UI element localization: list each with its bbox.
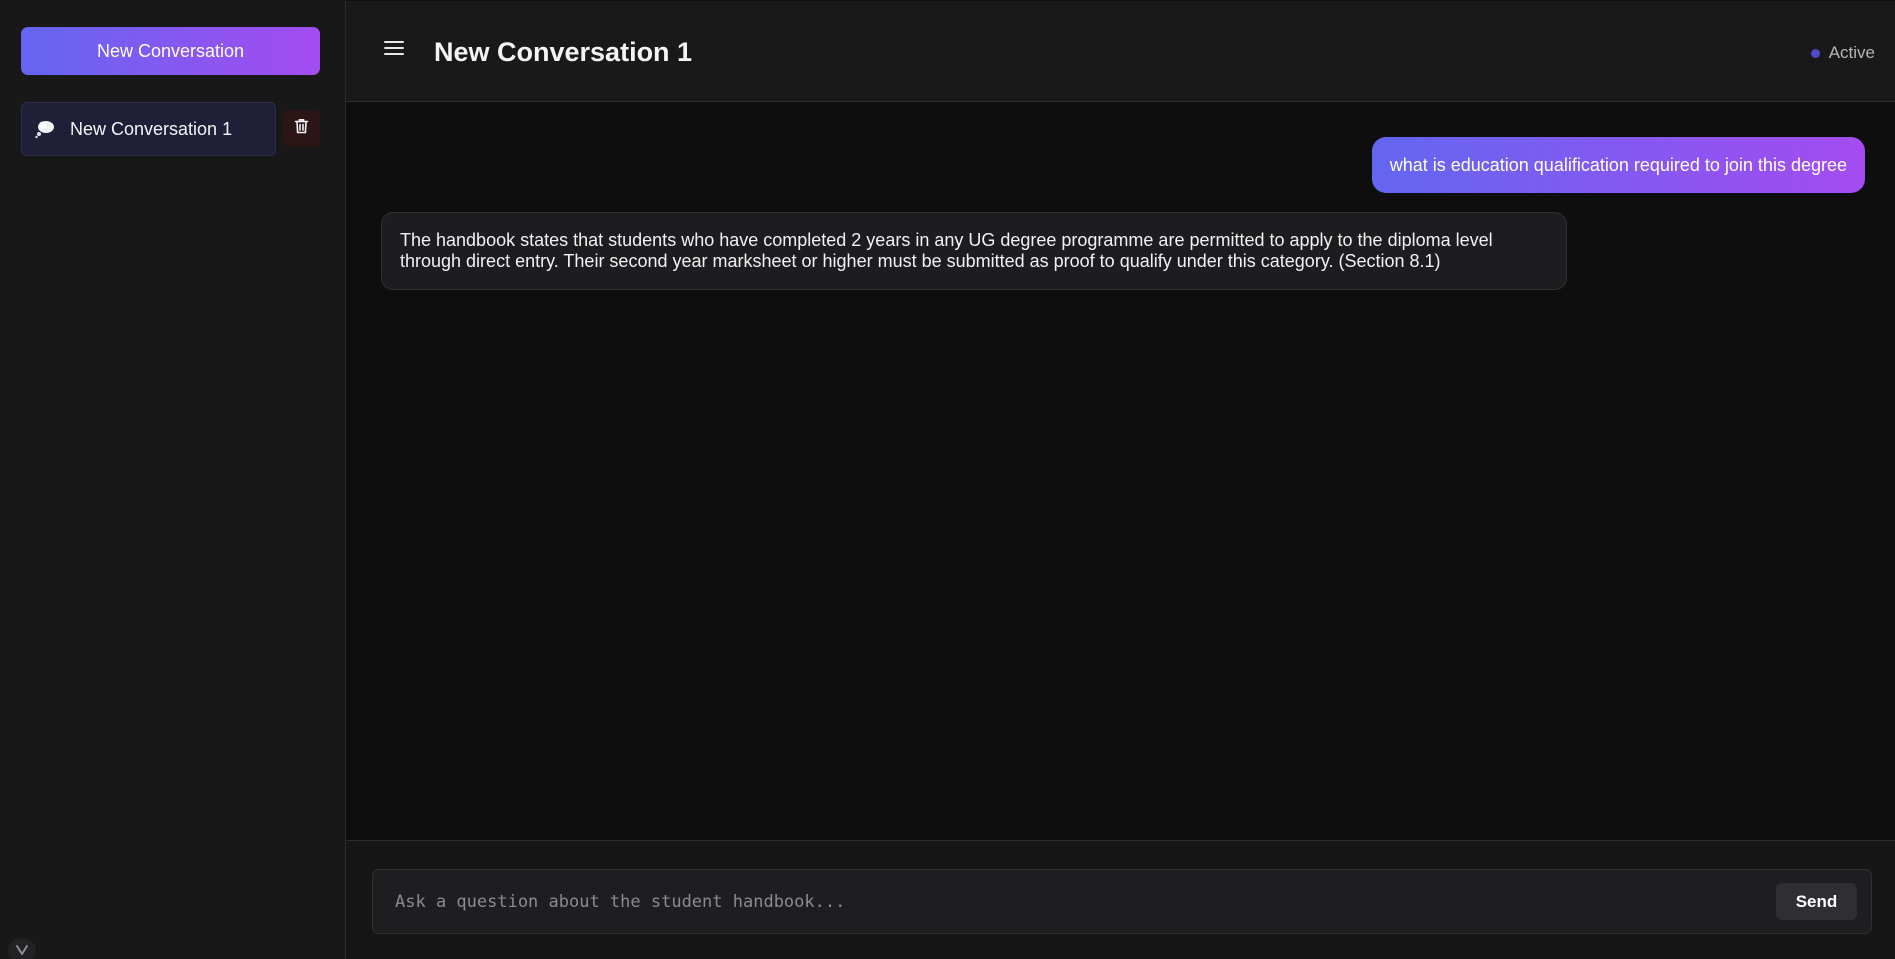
- send-button[interactable]: Send: [1776, 883, 1857, 920]
- status-label: Active: [1828, 43, 1875, 62]
- message-list: what is education qualification required…: [346, 102, 1895, 840]
- sidebar: New Conversation New Conversation 1: [0, 0, 346, 959]
- thought-bubble-icon: [34, 118, 56, 140]
- sidebar-item-conversation[interactable]: New Conversation 1: [21, 102, 276, 156]
- status-dot-icon: [1810, 48, 1820, 58]
- menu-button[interactable]: [382, 38, 406, 62]
- composer-area: Send: [346, 840, 1895, 959]
- assistant-message: The handbook states that students who ha…: [381, 212, 1567, 290]
- v-logo-icon[interactable]: [8, 938, 36, 959]
- chat-header: New Conversation 1 Active: [346, 1, 1895, 102]
- user-message: what is education qualification required…: [1371, 137, 1865, 193]
- sidebar-item-label: New Conversation 1: [70, 118, 233, 139]
- page-title: New Conversation 1: [434, 37, 693, 67]
- app-window: New Conversation New Conversation 1 New …: [0, 0, 1895, 959]
- status-indicator: Active: [1810, 43, 1875, 63]
- new-conversation-button[interactable]: New Conversation: [21, 27, 320, 75]
- chat-panel: New Conversation 1 Active what is educat…: [346, 0, 1895, 959]
- hamburger-menu-icon: [383, 39, 405, 62]
- question-input[interactable]: [373, 870, 1773, 933]
- delete-conversation-button[interactable]: [283, 110, 320, 147]
- composer: Send: [372, 869, 1872, 934]
- trash-icon: [294, 118, 309, 139]
